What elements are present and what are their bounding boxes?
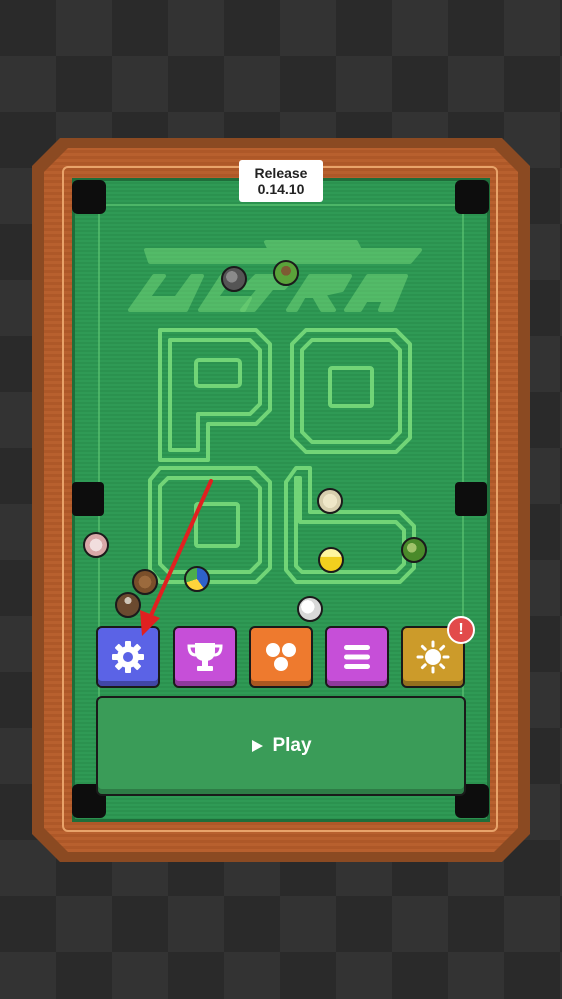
ball	[401, 537, 427, 563]
pocket-top-right	[455, 180, 489, 214]
ball	[273, 260, 299, 286]
version-badge: Release 0.14.10	[239, 160, 323, 202]
menu-button[interactable]	[325, 626, 389, 688]
cue-ball	[297, 596, 323, 622]
ball	[317, 488, 343, 514]
version-number: 0.14.10	[257, 181, 305, 197]
ball	[318, 547, 344, 573]
gear-icon	[112, 641, 144, 673]
balls-icon	[266, 643, 296, 671]
trophies-button[interactable]	[173, 626, 237, 688]
play-label: Play	[272, 735, 312, 756]
notification-badge: !	[447, 616, 475, 644]
sun-icon	[416, 640, 450, 674]
pocket-top-left	[72, 180, 106, 214]
pocket-middle-left	[72, 482, 104, 516]
ball	[221, 266, 247, 292]
pocket-middle-right	[455, 482, 487, 516]
play-button[interactable]: Play	[96, 696, 466, 796]
settings-button[interactable]	[96, 626, 160, 688]
ball	[184, 566, 210, 592]
play-icon	[252, 740, 264, 752]
game-logo	[128, 240, 422, 584]
trophy-icon	[187, 643, 223, 671]
version-label: Release	[254, 165, 308, 181]
list-icon	[344, 645, 370, 669]
ball	[132, 569, 158, 595]
ball	[115, 592, 141, 618]
balls-button[interactable]	[249, 626, 313, 688]
ball	[83, 532, 109, 558]
